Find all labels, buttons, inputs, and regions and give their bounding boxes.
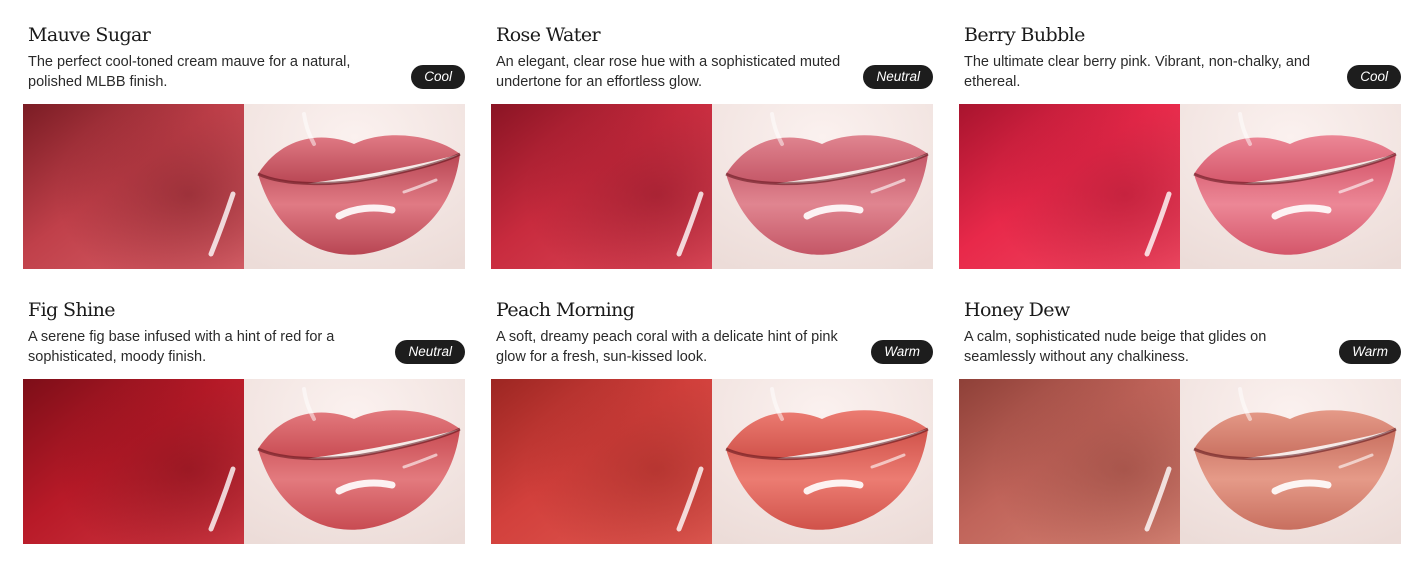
shade-description: A calm, sophisticated nude beige that gl… (964, 329, 1267, 365)
shade-description: The ultimate clear berry pink. Vibrant, … (964, 54, 1311, 90)
texture-swatch-image (491, 104, 712, 269)
shade-description: A soft, dreamy peach coral with a delica… (496, 329, 838, 365)
shade-name: Berry Bubble (964, 24, 1085, 46)
shade-grid: Mauve Sugar The perfect cool-toned cream… (0, 0, 1428, 585)
lip-swatch-image (1180, 379, 1401, 544)
lip-swatch-image (712, 104, 933, 269)
shade-name: Fig Shine (28, 299, 115, 321)
texture-swatch-image (23, 104, 244, 269)
swatch-pair (23, 379, 465, 544)
shade-description: An elegant, clear rose hue with a sophis… (496, 54, 841, 90)
shade-name: Peach Morning (496, 299, 635, 321)
shade-card: Rose Water An elegant, clear rose hue wi… (491, 22, 933, 284)
lip-swatch-image (712, 379, 933, 544)
shade-card: Berry Bubble The ultimate clear berry pi… (959, 22, 1401, 284)
swatch-pair (959, 104, 1401, 269)
shade-card: Fig Shine A serene fig base infused with… (23, 297, 465, 559)
swatch-pair (23, 104, 465, 269)
tone-badge: Warm (871, 340, 933, 364)
texture-swatch-image (23, 379, 244, 544)
shade-card: Honey Dew A calm, sophisticated nude bei… (959, 297, 1401, 559)
shade-card: Mauve Sugar The perfect cool-toned cream… (23, 22, 465, 284)
swatch-pair (491, 104, 933, 269)
lip-swatch-image (244, 379, 465, 544)
shade-card: Peach Morning A soft, dreamy peach coral… (491, 297, 933, 559)
lip-swatch-image (1180, 104, 1401, 269)
swatch-pair (959, 379, 1401, 544)
shade-name: Mauve Sugar (28, 24, 151, 46)
texture-swatch-image (959, 379, 1180, 544)
swatch-pair (491, 379, 933, 544)
texture-swatch-image (491, 379, 712, 544)
texture-swatch-image (959, 104, 1180, 269)
tone-badge: Neutral (863, 65, 933, 89)
shade-description: A serene fig base infused with a hint of… (28, 329, 335, 365)
shade-name: Rose Water (496, 24, 601, 46)
shade-name: Honey Dew (964, 299, 1070, 321)
lip-swatch-image (244, 104, 465, 269)
tone-badge: Neutral (395, 340, 465, 364)
shade-description: The perfect cool-toned cream mauve for a… (28, 54, 351, 90)
tone-badge: Warm (1339, 340, 1401, 364)
tone-badge: Cool (1347, 65, 1401, 89)
tone-badge: Cool (411, 65, 465, 89)
